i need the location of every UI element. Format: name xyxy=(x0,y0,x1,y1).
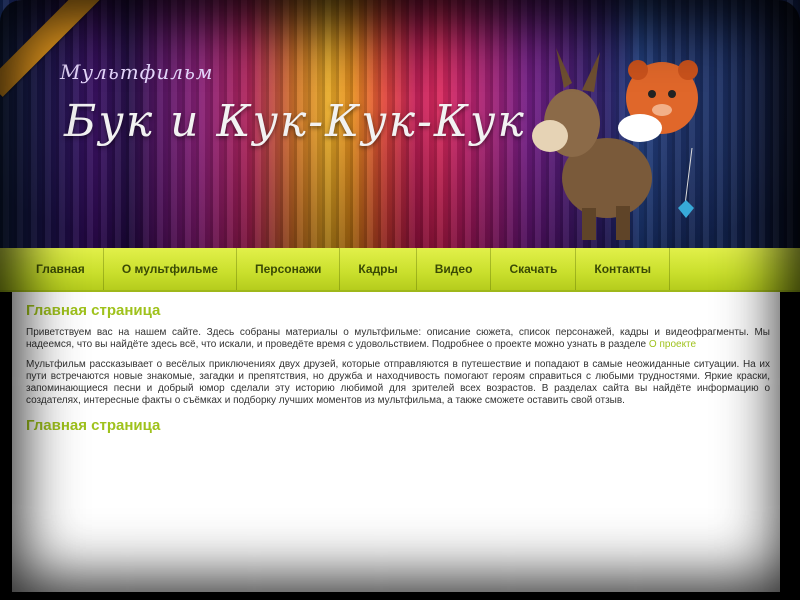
main-navigation: Главная О мультфильме Персонажи Кадры Ви… xyxy=(0,248,800,292)
nav-item-about[interactable]: О мультфильме xyxy=(104,248,237,290)
nav-item-contacts[interactable]: Контакты xyxy=(576,248,670,290)
main-content: Главная страница Приветствуем вас на наш… xyxy=(12,292,780,592)
banner-subtitle: Мультфильм xyxy=(60,60,214,84)
section-heading-2: Главная страница xyxy=(26,417,161,434)
nav-item-video[interactable]: Видео xyxy=(417,248,492,290)
header-banner: Мультфильм Бук и Кук-Кук-Кук xyxy=(0,0,800,250)
nav-item-frames[interactable]: Кадры xyxy=(340,248,417,290)
cartoon-characters-illustration xyxy=(532,48,698,240)
description-paragraph: Мультфильм рассказывает о весёлых приклю… xyxy=(26,359,770,406)
nav-item-download[interactable]: Скачать xyxy=(491,248,577,290)
more-link[interactable]: О проекте xyxy=(649,339,696,350)
nav-item-characters[interactable]: Персонажи xyxy=(237,248,341,290)
intro-paragraph: Приветствуем вас на нашем сайте. Здесь с… xyxy=(26,327,770,351)
nav-item-home[interactable]: Главная xyxy=(0,248,104,290)
section-heading: Главная страница xyxy=(26,302,161,319)
banner-title: Бук и Кук-Кук-Кук xyxy=(64,96,526,147)
